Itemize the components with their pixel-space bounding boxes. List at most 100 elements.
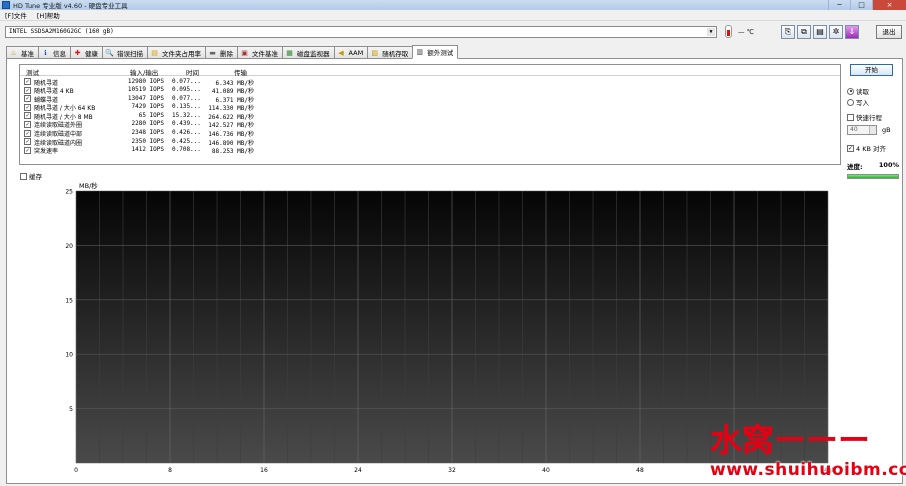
x-tick-label: 24 [354,467,362,474]
col-test: 测试 [26,69,39,77]
start-button[interactable]: 开始 [850,64,893,76]
row-checkbox[interactable]: ✓ [24,146,31,154]
fast-spinner[interactable]: 40 gB [847,125,899,135]
row-time: 0.439... [172,120,201,128]
copy-screen-icon[interactable]: ⧉ [797,25,811,39]
info-icon: ℹ [44,48,47,57]
drive-select-value: INTEL SSDSA2M160G2GC (160 gB) [9,28,114,35]
health-icon: ✚ [74,48,81,57]
save-icon[interactable]: ▤ [813,25,827,39]
y-axis-label: MB/秒 [79,181,98,190]
read-radio[interactable]: 读取 [847,86,899,96]
tab-label: 额外测试 [427,49,454,57]
drive-select[interactable]: INTEL SSDSA2M160G2GC (160 gB) ▼ [5,26,717,38]
window-title: HD Tune 专业版 v4.60 - 硬盘专业工具 [13,2,128,10]
toolbar: INTEL SSDSA2M160G2GC (160 gB) ▼ — ℃ ⎘ ⧉ … [0,22,906,42]
table-row: ✓ 随机寻道 / 大小 64 KB 7429 IOPS 0.135... 114.330… [20,103,840,112]
fast-value-field[interactable]: 40 [847,125,877,135]
write-label: 写入 [856,99,869,107]
table-row: ✓ 连续读取磁道内圈 2350 IOPS 0.425... 146.890 MB/秒 [20,137,840,147]
row-checkbox[interactable]: ✓ [24,78,31,85]
fast-checkbox[interactable]: 快速行程 [847,112,899,122]
row-checkbox[interactable]: ✓ [24,103,31,111]
x-tick-label: 32 [448,467,456,474]
align-label: 4 KB 对齐 [856,145,886,153]
fast-checkbox-box[interactable] [847,113,854,121]
tab-label: AAM [348,49,364,57]
results-table: 测试 输入/输出 时间 传输 ✓ 随机寻道 12980 IOPS 0.077... 6.… [19,64,841,165]
fast-unit: gB [882,126,891,134]
table-row: ✓ 随机寻道 12980 IOPS 0.077... 6.343 MB/秒 [20,77,840,87]
progress-label: 进度: [847,163,863,171]
y-tick-label: 20 [65,243,73,250]
tab-label: 错误扫描 [117,50,143,58]
x-tick-label: 16 [260,467,268,474]
title-bar: HD Tune 专业版 v4.60 - 硬盘专业工具 ─ □ × [0,0,906,10]
row-time: 0.426... [172,129,201,137]
row-checkbox[interactable]: ✓ [24,86,31,94]
row-io: 12980 IOPS [127,77,164,85]
folder-usage-icon: ▤ [151,48,158,57]
extra-tests-icon: ▥ [416,47,423,56]
col-speed: 传输 [234,69,247,77]
read-radio-dot[interactable] [847,87,854,95]
tab-extra-tests[interactable]: ▥ 额外测试 [412,45,459,59]
exit-button[interactable]: 退出 [876,25,902,39]
row-test-name: 突发速率 [34,148,59,156]
row-checkbox[interactable]: ✓ [24,120,31,128]
y-tick-label: 5 [69,406,73,413]
options-icon[interactable]: ✲ [829,25,843,39]
y-tick-label: 25 [65,189,73,196]
x-tick-label: 0 [74,467,78,474]
chevron-down-icon[interactable]: ▼ [707,28,715,36]
row-time: 0.708... [172,146,201,154]
row-time: 0.135... [172,103,201,111]
row-checkbox[interactable]: ✓ [24,138,31,146]
fast-label: 快速行程 [856,114,882,122]
aam-icon: ◀ [338,48,344,57]
row-io: 7429 IOPS [131,103,164,111]
table-row: ✓ 随机寻道 / 大小 8 MB 65 IOPS 15.32... 264.622 MB… [20,111,840,121]
progress-row: 进度: 100% [847,161,899,171]
side-controls: 开始 读取 写入 快速行程 40 gB ✓ 4 KB 对齐 进度: 100% [847,64,899,179]
y-tick-label: 10 [65,352,73,359]
benchmark-icon: ♨ [10,48,17,57]
watermark-logo: 水窝ーーー [710,421,871,459]
watermark: 水窝ーーー www.shuihuoibm.com [710,421,906,486]
menu-file[interactable]: [F]文件 [0,10,32,20]
minimize-button[interactable]: ─ [828,0,850,10]
tab-label: 磁盘监视器 [297,50,330,58]
app-icon [2,1,10,9]
col-time: 时间 [186,69,199,77]
tab-label: 文件夹占用率 [162,50,201,58]
tab-label: 信息 [53,50,66,58]
y-tick-label: 15 [65,297,73,304]
error-scan-icon: 🔍 [105,48,114,57]
temperature-readout: — ℃ [738,28,754,36]
write-radio-dot[interactable] [847,98,854,106]
thermometer-icon [725,25,732,38]
close-button[interactable]: × [872,0,906,10]
row-checkbox[interactable]: ✓ [24,112,31,120]
progress-value: 100% [878,161,899,169]
read-label: 读取 [856,88,869,96]
download-icon[interactable]: ⇓ [845,25,859,39]
row-io: 2348 IOPS [131,129,164,137]
tab-label: 随机存取 [382,50,409,58]
row-checkbox[interactable]: ✓ [24,129,31,137]
x-tick-label: 40 [542,467,550,474]
row-io: 65 IOPS [138,111,164,119]
table-row: ✓ 连续读取磁道中部 2348 IOPS 0.426... 146.736 MB/秒 [20,129,840,138]
row-checkbox[interactable]: ✓ [24,95,31,103]
write-radio[interactable]: 写入 [847,97,899,107]
erase-icon: ▬ [209,48,216,57]
tab-strip: ♨ 基准 ℹ 信息 ✚ 健康 🔍 错误扫描 ▤ 文件夹占用率 ▬ 删除 ▣ 文件基准 ▦ 磁盘监视器 ◀ AAM ▨… [6,45,459,59]
maximize-button[interactable]: □ [850,0,872,10]
tab-label: 文件基准 [252,50,278,58]
table-row: ✓ 连续读取磁道外圈 2280 IOPS 0.439... 142.527 MB/秒 [20,120,840,129]
watermark-url: www.shuihuoibm.com [710,460,906,480]
align-checkbox[interactable]: ✓ 4 KB 对齐 [847,143,899,153]
align-checkbox-box[interactable]: ✓ [847,144,854,152]
info-copy-icon[interactable]: ⎘ [781,25,795,39]
menu-help[interactable]: [H]帮助 [32,10,65,20]
